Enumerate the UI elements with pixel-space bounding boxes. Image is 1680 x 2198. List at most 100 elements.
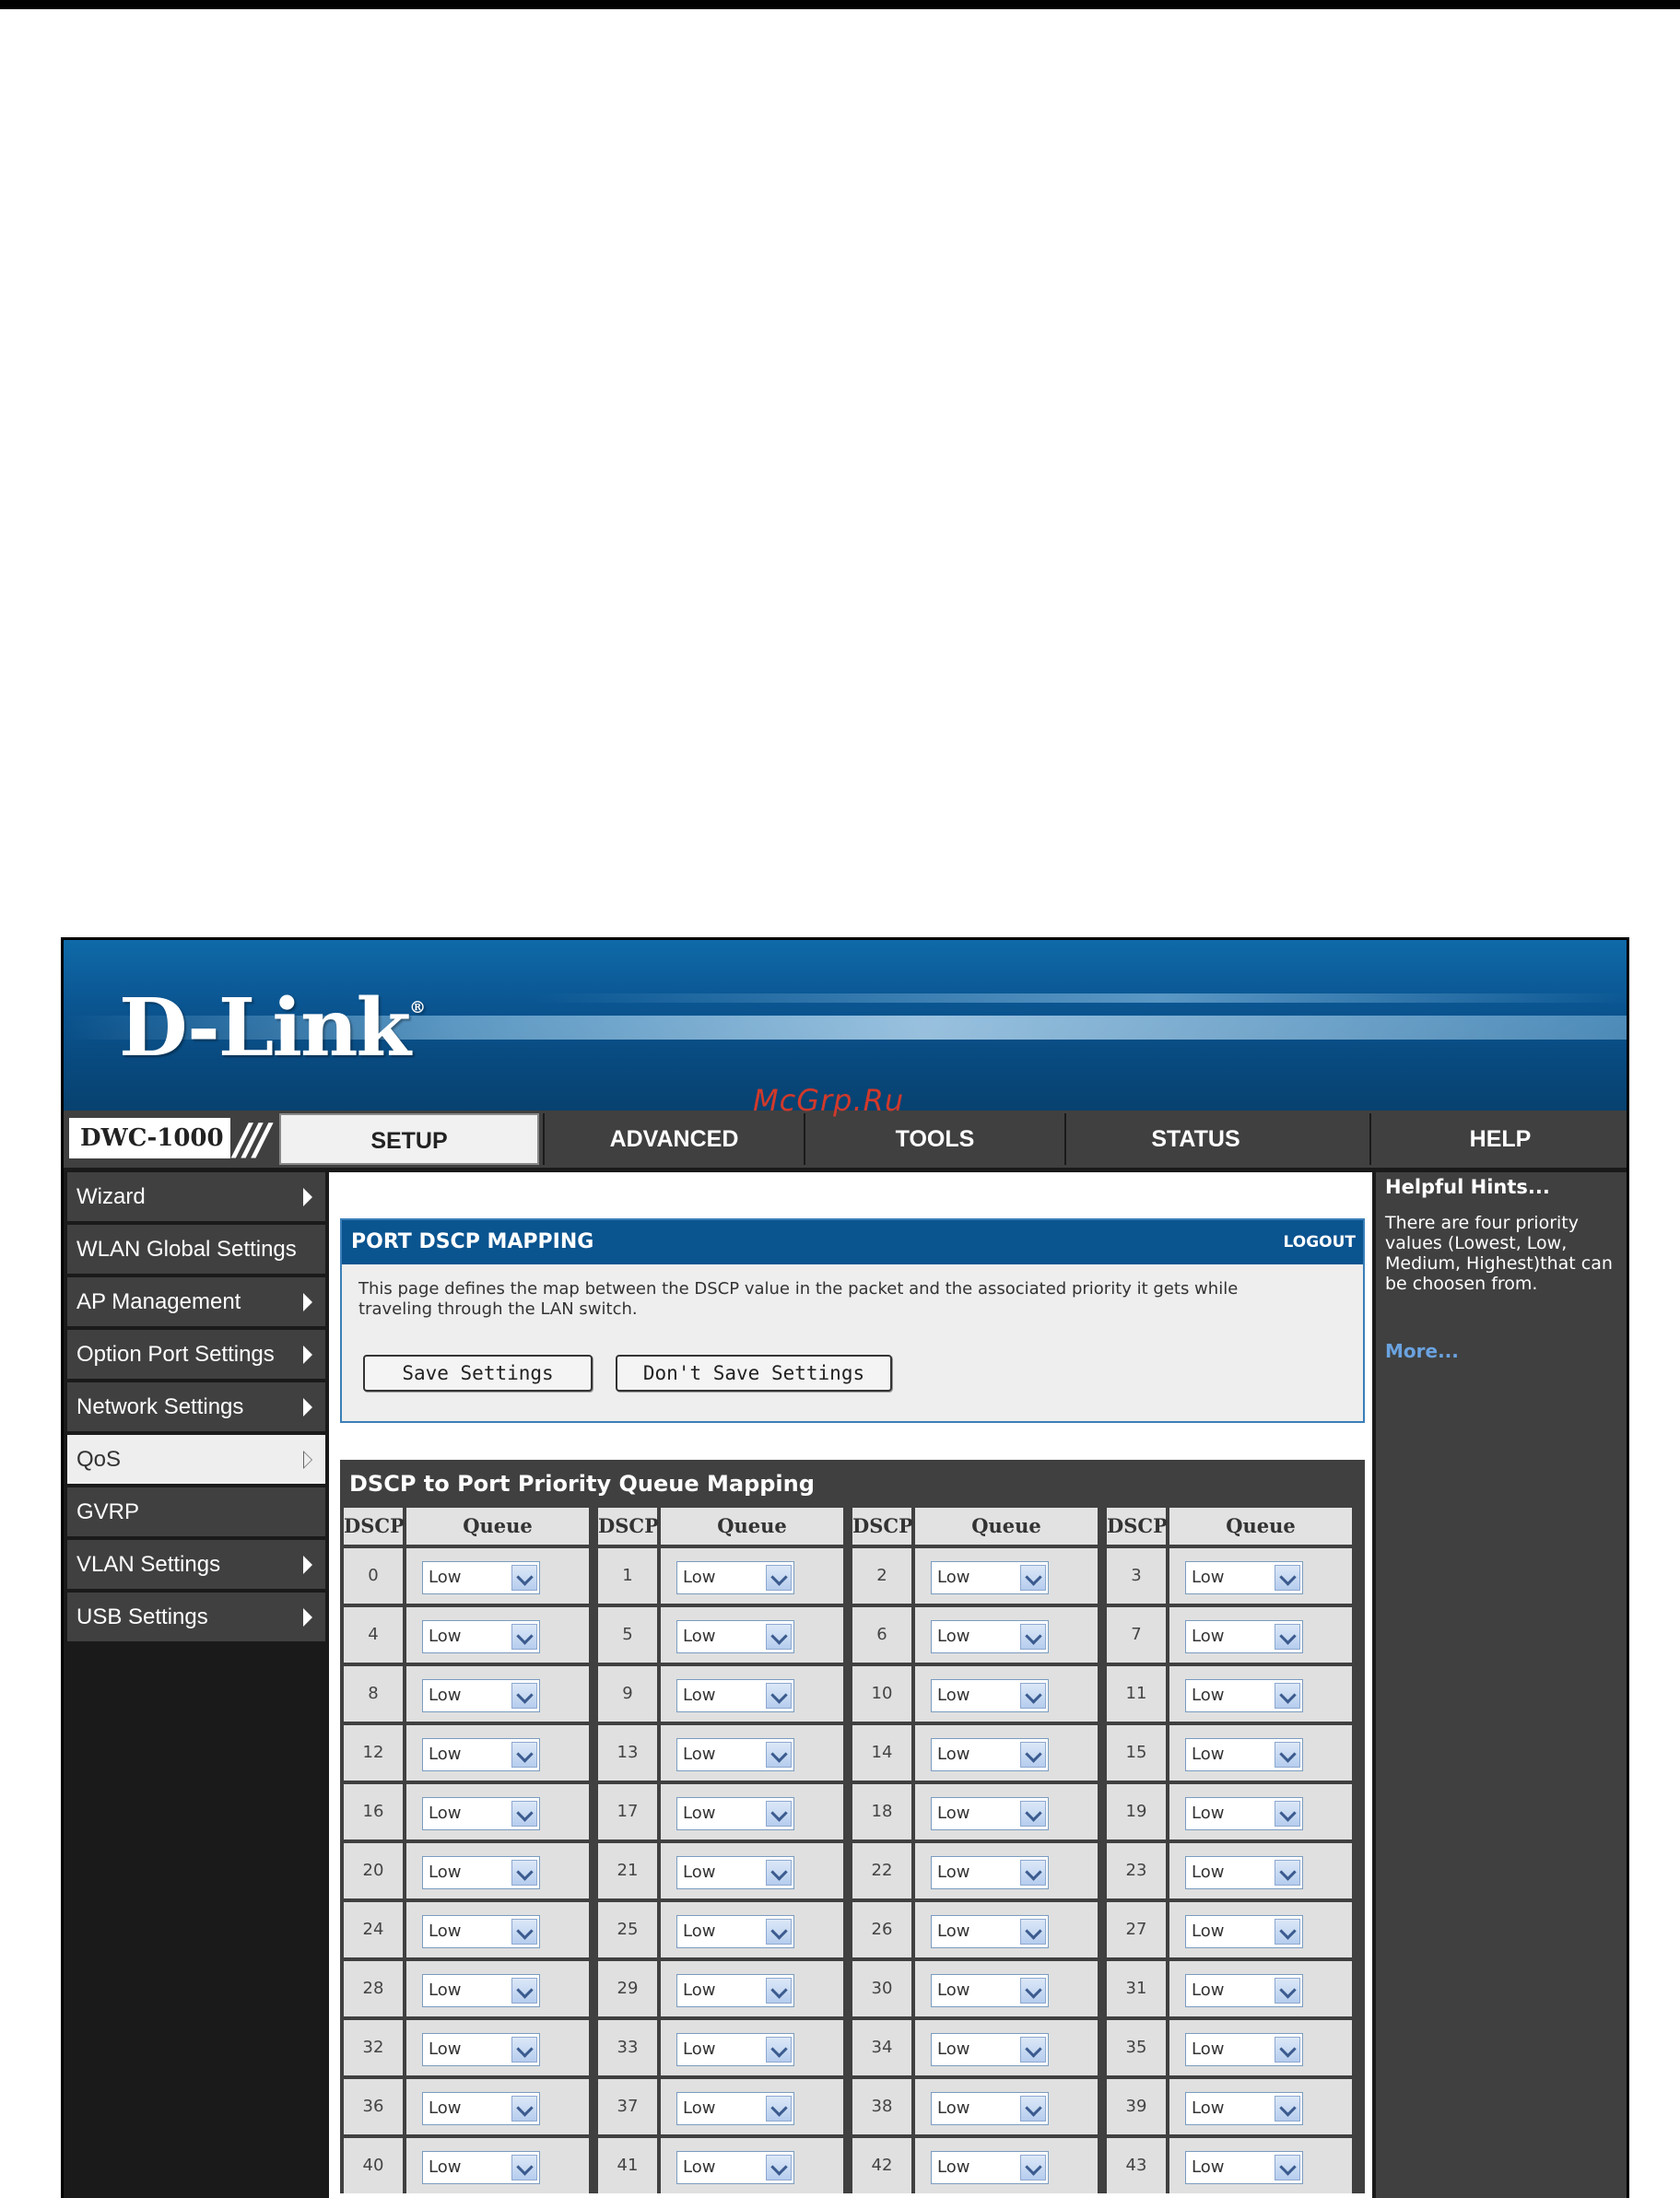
sidebar-item-qos[interactable]: QoS bbox=[67, 1435, 325, 1484]
queue-select[interactable]: Low bbox=[931, 1561, 1049, 1594]
queue-select[interactable]: Low bbox=[931, 1738, 1049, 1771]
chevron-down-icon[interactable] bbox=[1275, 2037, 1300, 2063]
queue-select[interactable]: Low bbox=[931, 2151, 1049, 2184]
tab-tools[interactable]: TOOLS bbox=[804, 1113, 1064, 1165]
tab-help[interactable]: HELP bbox=[1369, 1113, 1627, 1165]
queue-select[interactable]: Low bbox=[1185, 1974, 1303, 2007]
chevron-down-icon[interactable] bbox=[511, 1624, 537, 1650]
chevron-down-icon[interactable] bbox=[1020, 1683, 1046, 1709]
tab-setup[interactable]: SETUP bbox=[279, 1113, 539, 1165]
queue-select[interactable]: Low bbox=[676, 2033, 794, 2066]
chevron-down-icon[interactable] bbox=[1020, 1565, 1046, 1591]
queue-select[interactable]: Low bbox=[676, 1915, 794, 1948]
queue-select[interactable]: Low bbox=[931, 1974, 1049, 2007]
queue-select[interactable]: Low bbox=[422, 1856, 540, 1889]
chevron-down-icon[interactable] bbox=[1275, 1978, 1300, 2004]
chevron-down-icon[interactable] bbox=[1020, 1801, 1046, 1827]
queue-select[interactable]: Low bbox=[422, 2151, 540, 2184]
queue-select[interactable]: Low bbox=[676, 1620, 794, 1653]
queue-select[interactable]: Low bbox=[422, 1974, 540, 2007]
chevron-down-icon[interactable] bbox=[1020, 1742, 1046, 1768]
chevron-down-icon[interactable] bbox=[511, 1978, 537, 2004]
tab-status[interactable]: STATUS bbox=[1064, 1113, 1325, 1165]
chevron-down-icon[interactable] bbox=[1020, 2155, 1046, 2180]
save-settings-button[interactable]: Save Settings bbox=[363, 1355, 593, 1392]
queue-select[interactable]: Low bbox=[676, 1679, 794, 1712]
queue-select[interactable]: Low bbox=[422, 1679, 540, 1712]
chevron-down-icon[interactable] bbox=[1275, 1742, 1300, 1768]
chevron-down-icon[interactable] bbox=[1275, 1919, 1300, 1945]
chevron-down-icon[interactable] bbox=[511, 1801, 537, 1827]
queue-select[interactable]: Low bbox=[1185, 1620, 1303, 1653]
queue-select[interactable]: Low bbox=[931, 1797, 1049, 1830]
chevron-down-icon[interactable] bbox=[1275, 1860, 1300, 1886]
chevron-down-icon[interactable] bbox=[1020, 2037, 1046, 2063]
queue-select[interactable]: Low bbox=[676, 1856, 794, 1889]
queue-select[interactable]: Low bbox=[931, 1679, 1049, 1712]
chevron-down-icon[interactable] bbox=[766, 1624, 792, 1650]
sidebar-item-ap-management[interactable]: AP Management bbox=[67, 1277, 325, 1326]
queue-select[interactable]: Low bbox=[1185, 2033, 1303, 2066]
sidebar-item-gvrp[interactable]: GVRP bbox=[67, 1487, 325, 1536]
chevron-down-icon[interactable] bbox=[766, 1565, 792, 1591]
queue-select[interactable]: Low bbox=[422, 1620, 540, 1653]
queue-select[interactable]: Low bbox=[676, 1738, 794, 1771]
chevron-down-icon[interactable] bbox=[1020, 1860, 1046, 1886]
sidebar-item-usb-settings[interactable]: USB Settings bbox=[67, 1593, 325, 1641]
chevron-down-icon[interactable] bbox=[766, 2037, 792, 2063]
chevron-down-icon[interactable] bbox=[1020, 1624, 1046, 1650]
chevron-down-icon[interactable] bbox=[766, 1742, 792, 1768]
chevron-down-icon[interactable] bbox=[766, 1860, 792, 1886]
chevron-down-icon[interactable] bbox=[1020, 1919, 1046, 1945]
queue-select[interactable]: Low bbox=[1185, 1797, 1303, 1830]
queue-select[interactable]: Low bbox=[931, 1620, 1049, 1653]
queue-select[interactable]: Low bbox=[1185, 2092, 1303, 2125]
queue-select[interactable]: Low bbox=[676, 2092, 794, 2125]
sidebar-item-vlan-settings[interactable]: VLAN Settings bbox=[67, 1540, 325, 1589]
queue-select[interactable]: Low bbox=[422, 1797, 540, 1830]
chevron-down-icon[interactable] bbox=[766, 2155, 792, 2180]
queue-select[interactable]: Low bbox=[422, 1561, 540, 1594]
queue-select[interactable]: Low bbox=[422, 2033, 540, 2066]
queue-select[interactable]: Low bbox=[1185, 1679, 1303, 1712]
queue-select[interactable]: Low bbox=[1185, 2151, 1303, 2184]
sidebar-item-wlan-global-settings[interactable]: WLAN Global Settings bbox=[67, 1225, 325, 1274]
queue-select[interactable]: Low bbox=[676, 1561, 794, 1594]
chevron-down-icon[interactable] bbox=[1275, 2096, 1300, 2122]
chevron-down-icon[interactable] bbox=[511, 1860, 537, 1886]
queue-select[interactable]: Low bbox=[931, 2092, 1049, 2125]
queue-select[interactable]: Low bbox=[1185, 1561, 1303, 1594]
dont-save-settings-button[interactable]: Don't Save Settings bbox=[616, 1355, 892, 1392]
queue-select[interactable]: Low bbox=[676, 2151, 794, 2184]
queue-select[interactable]: Low bbox=[422, 1915, 540, 1948]
queue-select[interactable]: Low bbox=[1185, 1915, 1303, 1948]
queue-select[interactable]: Low bbox=[931, 2033, 1049, 2066]
chevron-down-icon[interactable] bbox=[1020, 2096, 1046, 2122]
chevron-down-icon[interactable] bbox=[766, 2096, 792, 2122]
queue-select[interactable]: Low bbox=[1185, 1856, 1303, 1889]
chevron-down-icon[interactable] bbox=[1275, 1683, 1300, 1709]
sidebar-item-wizard[interactable]: Wizard bbox=[67, 1172, 325, 1221]
tab-advanced[interactable]: ADVANCED bbox=[543, 1113, 804, 1165]
queue-select[interactable]: Low bbox=[676, 1797, 794, 1830]
logout-link[interactable]: LOGOUT bbox=[1284, 1220, 1356, 1264]
chevron-down-icon[interactable] bbox=[1275, 1565, 1300, 1591]
chevron-down-icon[interactable] bbox=[766, 1919, 792, 1945]
help-more-link[interactable]: More... bbox=[1385, 1340, 1459, 1362]
chevron-down-icon[interactable] bbox=[511, 2096, 537, 2122]
queue-select[interactable]: Low bbox=[1185, 1738, 1303, 1771]
chevron-down-icon[interactable] bbox=[1275, 1624, 1300, 1650]
sidebar-item-option-port-settings[interactable]: Option Port Settings bbox=[67, 1330, 325, 1379]
queue-select[interactable]: Low bbox=[422, 2092, 540, 2125]
queue-select[interactable]: Low bbox=[422, 1738, 540, 1771]
queue-select[interactable]: Low bbox=[676, 1974, 794, 2007]
chevron-down-icon[interactable] bbox=[766, 1801, 792, 1827]
chevron-down-icon[interactable] bbox=[511, 1683, 537, 1709]
chevron-down-icon[interactable] bbox=[511, 2037, 537, 2063]
chevron-down-icon[interactable] bbox=[511, 1565, 537, 1591]
chevron-down-icon[interactable] bbox=[766, 1978, 792, 2004]
chevron-down-icon[interactable] bbox=[1020, 1978, 1046, 2004]
chevron-down-icon[interactable] bbox=[1275, 2155, 1300, 2180]
chevron-down-icon[interactable] bbox=[511, 1919, 537, 1945]
chevron-down-icon[interactable] bbox=[1275, 1801, 1300, 1827]
